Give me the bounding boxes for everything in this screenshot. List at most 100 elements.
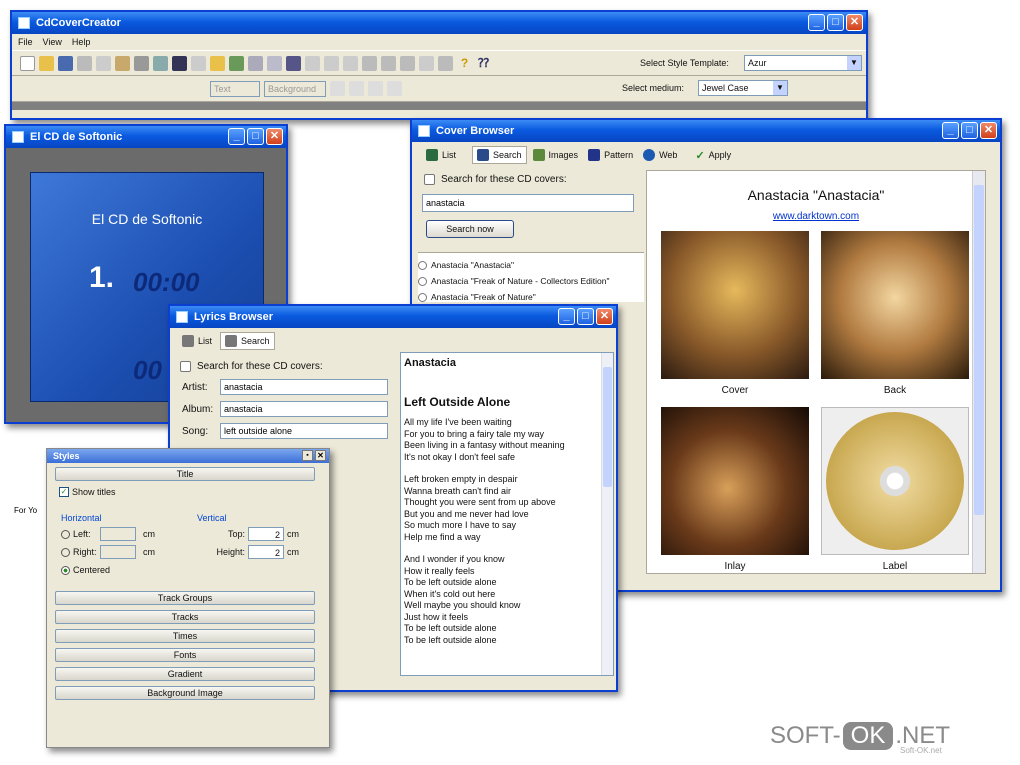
edit-icon[interactable]: [191, 55, 206, 71]
lyrics-scrollbar[interactable]: [601, 353, 613, 675]
font-select[interactable]: Text: [210, 80, 260, 97]
cover-image-back[interactable]: [821, 231, 969, 379]
search-now-button[interactable]: Search now: [426, 220, 514, 238]
right-input[interactable]: [100, 545, 136, 559]
style-template-select[interactable]: Azur ▼: [744, 55, 862, 71]
folder-icon[interactable]: [210, 55, 225, 71]
radio-icon[interactable]: [61, 529, 70, 539]
minimize-button[interactable]: _: [808, 14, 825, 31]
result-item[interactable]: Anastacia "Anastacia": [418, 257, 644, 273]
song-input[interactable]: [220, 423, 388, 439]
grid-icon[interactable]: [248, 55, 263, 71]
chevron-down-icon: ▼: [773, 81, 787, 95]
main-window-titlebar[interactable]: CdCoverCreator _ □ ✕: [12, 12, 866, 34]
zoom-icon[interactable]: [400, 55, 415, 71]
help-icon[interactable]: ?: [457, 56, 472, 71]
tab-list[interactable]: List: [422, 146, 460, 164]
preview-icon[interactable]: [153, 55, 168, 71]
tab-search[interactable]: Search: [472, 146, 527, 164]
print-icon[interactable]: [134, 55, 149, 71]
layers-icon[interactable]: [267, 55, 282, 71]
italic-icon[interactable]: [349, 81, 364, 96]
checkbox-checked-icon[interactable]: ✓: [59, 487, 69, 497]
cover-image-cd[interactable]: [821, 407, 969, 555]
table-icon[interactable]: [362, 55, 377, 71]
section-background-image[interactable]: Background Image: [55, 686, 315, 700]
font-style-select[interactable]: Background: [264, 80, 326, 97]
tab-web[interactable]: Web: [639, 146, 681, 164]
height-input[interactable]: 2: [248, 545, 284, 559]
maximize-button[interactable]: □: [577, 308, 594, 325]
lyrics-browser-titlebar[interactable]: Lyrics Browser _ □ ✕: [170, 306, 616, 328]
align-left-icon[interactable]: [305, 55, 320, 71]
show-titles-label: Show titles: [72, 487, 116, 497]
section-track-groups[interactable]: Track Groups: [55, 591, 315, 605]
cd-window-titlebar[interactable]: El CD de Softonic _ □ ✕: [6, 126, 286, 148]
open-icon[interactable]: [39, 55, 54, 71]
toolbar-bottom: Text Background Select medium: Jewel Cas…: [12, 76, 866, 102]
radio-selected-icon[interactable]: [61, 565, 70, 575]
minimize-button[interactable]: _: [228, 128, 245, 145]
cover-image-inlay[interactable]: [661, 407, 809, 555]
scrollbar-thumb[interactable]: [603, 367, 612, 487]
artist-input[interactable]: [220, 379, 388, 395]
scrollbar-thumb[interactable]: [974, 185, 984, 515]
close-button[interactable]: ✕: [596, 308, 613, 325]
tab-list[interactable]: List: [178, 332, 216, 350]
section-fonts[interactable]: Fonts: [55, 648, 315, 662]
section-gradient[interactable]: Gradient: [55, 667, 315, 681]
tab-images[interactable]: Images: [529, 146, 583, 164]
styles-titlebar[interactable]: Styles ▪ ✕: [47, 449, 329, 463]
cover-browser-titlebar[interactable]: Cover Browser _ □ ✕: [412, 120, 1000, 142]
images-icon: [532, 149, 545, 161]
resize-icon[interactable]: [438, 55, 453, 71]
album-input[interactable]: [220, 401, 388, 417]
align-right-icon[interactable]: [343, 55, 358, 71]
menu-help[interactable]: Help: [72, 37, 91, 47]
close-button[interactable]: ✕: [980, 122, 997, 139]
move-icon[interactable]: [419, 55, 434, 71]
rotate-icon[interactable]: [381, 55, 396, 71]
main-window: CdCoverCreator _ □ ✕ File View Help ? ⁇ …: [10, 10, 868, 120]
maximize-button[interactable]: □: [247, 128, 264, 145]
copy-icon[interactable]: [96, 55, 111, 71]
cover-search-input[interactable]: [422, 194, 634, 212]
close-button[interactable]: ✕: [266, 128, 283, 145]
cover-image-front[interactable]: [661, 231, 809, 379]
section-title[interactable]: Title: [55, 467, 315, 481]
menu-view[interactable]: View: [43, 37, 62, 47]
top-input[interactable]: 2: [248, 527, 284, 541]
document-icon[interactable]: [172, 55, 187, 71]
minimize-button[interactable]: _: [558, 308, 575, 325]
left-input[interactable]: [100, 527, 136, 541]
underline-icon[interactable]: [368, 81, 383, 96]
section-times[interactable]: Times: [55, 629, 315, 643]
medium-select[interactable]: Jewel Case ▼: [698, 80, 788, 96]
preview-scrollbar[interactable]: [972, 171, 985, 573]
menu-file[interactable]: File: [18, 37, 33, 47]
cut-icon[interactable]: [77, 55, 92, 71]
close-button[interactable]: ✕: [315, 450, 326, 461]
bold-icon[interactable]: [330, 81, 345, 96]
color-icon[interactable]: [387, 81, 402, 96]
result-item[interactable]: Anastacia "Freak of Nature": [418, 289, 644, 305]
radio-icon[interactable]: [61, 547, 70, 557]
section-tracks[interactable]: Tracks: [55, 610, 315, 624]
pin-button[interactable]: ▪: [302, 450, 313, 461]
tab-apply[interactable]: ✓ Apply: [691, 146, 735, 164]
minimize-button[interactable]: _: [942, 122, 959, 139]
new-icon[interactable]: [20, 55, 35, 71]
tab-search[interactable]: Search: [220, 332, 275, 350]
maximize-button[interactable]: □: [961, 122, 978, 139]
close-button[interactable]: ✕: [846, 14, 863, 31]
save-icon[interactable]: [58, 55, 73, 71]
tab-pattern[interactable]: Pattern: [584, 146, 637, 164]
image-icon[interactable]: [229, 55, 244, 71]
album-link[interactable]: www.darktown.com: [647, 211, 985, 222]
page-icon[interactable]: [286, 55, 301, 71]
align-center-icon[interactable]: [324, 55, 339, 71]
result-item[interactable]: Anastacia "Freak of Nature - Collectors …: [418, 273, 644, 289]
paste-icon[interactable]: [115, 55, 130, 71]
context-help-icon[interactable]: ⁇: [476, 56, 491, 71]
maximize-button[interactable]: □: [827, 14, 844, 31]
